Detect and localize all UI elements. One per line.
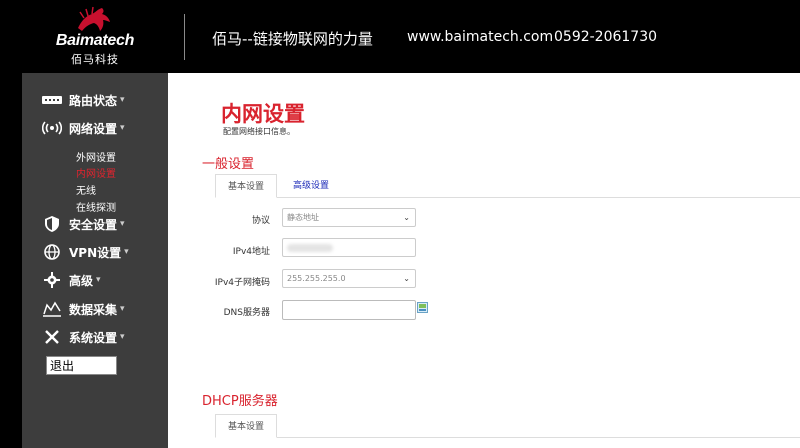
ipv4-address-input[interactable] [282,238,416,257]
subitem-online-detect[interactable]: 在线探测 [76,199,116,214]
netmask-select[interactable]: 255.255.255.0 ⌄ [282,269,416,288]
logout-button[interactable]: 退出 [46,356,117,375]
subitem-lan-settings[interactable]: 内网设置 [76,165,116,180]
sidebar-item-label: VPN设置 [69,245,122,260]
protocol-select[interactable]: 静态地址 ⌄ [282,208,416,227]
brand-logo[interactable]: Baimatech 佰马科技 [52,6,138,66]
sidebar-item-label: 安全设置 [69,217,118,232]
chevron-down-icon: ▾ [124,247,129,257]
tab-basic-settings[interactable]: 基本设置 [215,174,278,198]
gear-icon [42,272,62,288]
left-edge [0,73,22,448]
ipv4-redacted-value [287,243,333,252]
tools-icon [42,329,62,345]
chevron-down-icon: ▾ [96,275,101,285]
netmask-label: IPv4子网掩码 [214,278,270,288]
main-content: 内网设置 配置网络接口信息。 一般设置 基本设置 高级设置 协议 静态地址 ⌄ … [168,73,800,448]
page-title: 内网设置 [221,102,305,126]
protocol-value: 静态地址 [287,213,319,222]
sidebar-item-label: 数据采集 [69,302,118,317]
add-dns-icon[interactable] [417,302,428,313]
sidebar-item-router-status[interactable]: 路由状态 ▾ [42,90,125,110]
data-collect-icon [42,301,62,317]
page-description: 配置网络接口信息。 [223,127,295,136]
sidebar-item-vpn[interactable]: VPN设置 ▾ [42,242,129,262]
sidebar-item-label: 高级 [69,273,94,288]
section-title-dhcp: DHCP服务器 [202,394,278,409]
phone-text: 0592-2061730 [554,29,658,45]
chevron-down-icon: ⌄ [403,213,410,222]
shield-icon [42,216,62,232]
top-header: Baimatech 佰马科技 佰马--链接物联网的力量 www.baimatec… [0,0,800,73]
chevron-down-icon: ▾ [120,123,125,133]
sidebar-item-label: 路由状态 [69,93,118,108]
wifi-signal-icon [42,120,62,136]
protocol-label: 协议 [251,216,270,226]
netmask-value: 255.255.255.0 [287,274,346,283]
chevron-down-icon: ▾ [120,304,125,314]
section-title-general: 一般设置 [202,157,255,172]
tab-dhcp-basic-settings[interactable]: 基本设置 [215,414,278,438]
sidebar-item-system-settings[interactable]: 系统设置 ▾ [42,327,125,347]
ipv4-label: IPv4地址 [232,247,270,257]
sidebar-item-security[interactable]: 安全设置 ▾ [42,214,125,234]
website-text: www.baimatech.com [407,29,554,45]
chevron-down-icon: ▾ [120,332,125,342]
sidebar-item-label: 系统设置 [69,330,118,345]
sidebar-item-advanced[interactable]: 高级 ▾ [42,270,101,290]
logo-cn: 佰马科技 [71,53,119,66]
dns-server-input[interactable] [282,300,416,320]
sidebar-item-label: 网络设置 [69,121,118,136]
subitem-wireless[interactable]: 无线 [76,182,96,197]
chevron-down-icon: ▾ [120,95,125,105]
tab-advanced-settings[interactable]: 高级设置 [281,174,341,198]
logo-name: Baimatech [55,32,135,49]
chevron-down-icon: ▾ [120,219,125,229]
slogan: 佰马--链接物联网的力量 [212,30,373,48]
sidebar-item-data-collection[interactable]: 数据采集 ▾ [42,299,125,319]
dhcp-tabs: 基本设置 [215,414,800,438]
sidebar: 路由状态 ▾ 网络设置 ▾ 外网设置 内网设置 无线 在线探测 安全设置 ▾ V… [22,73,168,448]
router-status-icon [42,92,62,108]
sidebar-item-network-settings[interactable]: 网络设置 ▾ [42,118,125,138]
header-divider [184,14,185,60]
general-tabs: 基本设置 高级设置 [215,174,800,198]
subitem-wan-settings[interactable]: 外网设置 [76,149,116,164]
globe-icon [42,244,62,260]
horse-logo-icon [78,6,110,31]
chevron-down-icon: ⌄ [403,274,410,283]
app-window: Baimatech 佰马科技 佰马--链接物联网的力量 www.baimatec… [0,0,800,448]
dns-label: DNS服务器 [223,308,270,318]
